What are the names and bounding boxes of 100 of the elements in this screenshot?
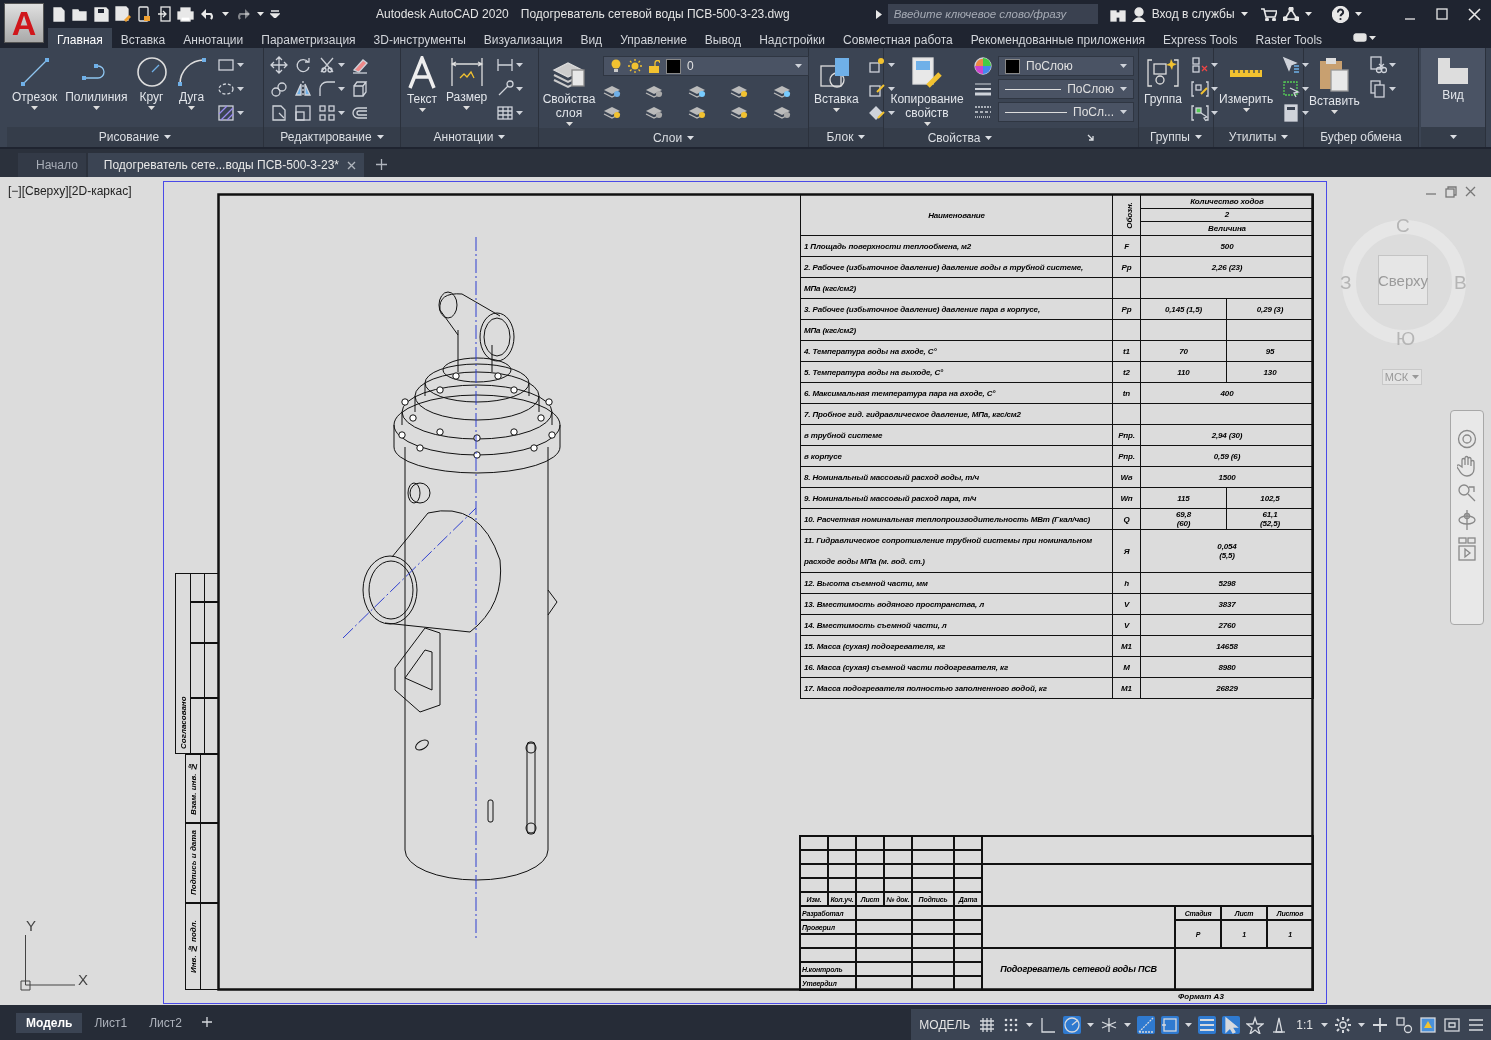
move-icon[interactable] <box>270 56 288 74</box>
ortho-icon[interactable] <box>1039 1015 1058 1034</box>
caret-icon[interactable] <box>236 87 244 91</box>
hatch-icon[interactable] <box>216 104 235 122</box>
save-as-icon[interactable] <box>115 6 131 22</box>
help-icon[interactable] <box>1331 5 1349 23</box>
copy-objects-icon[interactable] <box>270 80 288 98</box>
caret-icon[interactable] <box>687 135 695 140</box>
redo-icon[interactable] <box>235 8 251 20</box>
caret-icon[interactable] <box>31 106 39 110</box>
caret-icon[interactable] <box>1185 1022 1193 1027</box>
caret-icon[interactable] <box>92 106 100 110</box>
grid-icon[interactable] <box>978 1015 997 1034</box>
box-icon[interactable] <box>351 80 369 98</box>
customize-icon[interactable] <box>270 10 280 18</box>
panel-title[interactable]: Слои <box>652 130 683 145</box>
ribbon-tab[interactable]: Вид <box>571 28 612 48</box>
trim-icon[interactable] <box>318 56 336 74</box>
isolate-objects-icon[interactable] <box>1395 1015 1413 1034</box>
caret-icon[interactable] <box>1302 87 1310 91</box>
copy-icon[interactable] <box>1368 80 1387 98</box>
undo-icon[interactable] <box>200 8 216 20</box>
caret-icon[interactable] <box>887 111 895 115</box>
ribbon-button[interactable]: Дуга <box>172 54 211 112</box>
panel-title[interactable]: Свойства <box>927 130 981 145</box>
caret-icon[interactable] <box>236 111 244 115</box>
model-space-button[interactable]: МОДЕЛЬ <box>917 1014 973 1035</box>
caret-icon[interactable] <box>222 12 229 16</box>
lineweight-icon[interactable] <box>974 80 992 98</box>
caret-icon[interactable] <box>498 135 506 139</box>
network-triangle-icon[interactable] <box>1282 7 1299 21</box>
caret-icon[interactable] <box>236 63 244 67</box>
user-icon[interactable] <box>1131 6 1146 22</box>
orbit-icon[interactable] <box>1457 509 1477 531</box>
caret-icon[interactable] <box>1388 63 1396 67</box>
caret-icon[interactable] <box>1211 111 1219 115</box>
caret-icon[interactable] <box>1302 111 1310 115</box>
open-folder-icon[interactable] <box>72 7 88 21</box>
color-wheel-icon[interactable] <box>974 57 992 75</box>
caret-icon[interactable] <box>1369 36 1377 40</box>
select-all-icon[interactable] <box>1282 80 1301 98</box>
caret-icon[interactable] <box>463 106 471 110</box>
polar-tracking-icon[interactable] <box>1063 1015 1082 1034</box>
caret-icon[interactable] <box>418 108 426 112</box>
caret-icon[interactable] <box>565 122 573 126</box>
leader-icon[interactable] <box>496 80 515 98</box>
line-icon[interactable] <box>18 56 51 88</box>
caret-icon[interactable] <box>516 111 524 115</box>
search-field[interactable]: Введите ключевое слово/фразу <box>887 4 1098 24</box>
ribbon-tab[interactable]: Вывод <box>695 28 751 48</box>
caret-icon[interactable] <box>887 87 895 91</box>
linetype-icon[interactable] <box>974 103 992 121</box>
object-snap-icon[interactable] <box>1161 1015 1180 1034</box>
circle-icon[interactable] <box>135 56 168 88</box>
stretch-icon[interactable] <box>270 104 288 122</box>
caret-icon[interactable] <box>985 135 993 140</box>
property-dropdown[interactable]: ПоСлою <box>998 56 1134 76</box>
ribbon-tab[interactable]: Express Tools <box>1154 28 1247 48</box>
document-tab[interactable]: Начало <box>18 153 86 177</box>
scale-icon[interactable] <box>294 104 312 122</box>
gear-icon[interactable] <box>1334 1015 1352 1034</box>
caret-icon[interactable] <box>516 87 524 91</box>
phone-save-icon[interactable] <box>137 6 151 22</box>
group-select-icon[interactable] <box>1191 104 1210 122</box>
ellipse-icon[interactable] <box>216 80 235 98</box>
plus-icon[interactable] <box>376 159 388 170</box>
ribbon-tab[interactable]: 3D-инструменты <box>364 28 475 48</box>
annotation-visibility-icon[interactable] <box>1246 1015 1265 1034</box>
caret-icon[interactable] <box>516 63 524 67</box>
object-tracking-icon[interactable] <box>1137 1015 1156 1034</box>
ribbon-button[interactable]: Круг <box>132 54 171 112</box>
caret-icon[interactable] <box>1087 1022 1095 1027</box>
maximize-icon[interactable] <box>1436 8 1448 20</box>
ungroup-icon[interactable] <box>1191 56 1210 74</box>
caret-icon[interactable] <box>1211 63 1219 67</box>
ribbon-tab[interactable]: Совместная работа <box>833 28 962 48</box>
group-edit-icon[interactable] <box>1191 80 1210 98</box>
new-file-icon[interactable] <box>52 6 66 22</box>
clean-screen-icon[interactable] <box>1443 1015 1461 1034</box>
steering-wheel-icon[interactable] <box>1457 429 1477 449</box>
caret-icon[interactable] <box>1302 63 1310 67</box>
match-properties-icon[interactable] <box>910 56 944 90</box>
caret-icon[interactable] <box>1330 110 1338 114</box>
layout-tab[interactable]: Лист1 <box>84 1013 138 1033</box>
caret-icon[interactable] <box>257 12 264 16</box>
attribute-icon[interactable] <box>867 104 886 122</box>
rectangle-icon[interactable] <box>216 56 235 74</box>
ribbon-button[interactable]: Группа <box>1141 54 1186 108</box>
ribbon-button[interactable]: Вставить <box>1306 54 1363 116</box>
ribbon-button[interactable]: Текст <box>403 54 441 114</box>
table-icon[interactable] <box>496 104 515 122</box>
expand-arrow-icon[interactable] <box>875 9 882 19</box>
hardware-acceleration-icon[interactable] <box>1419 1015 1437 1034</box>
view-icon[interactable] <box>1436 56 1470 86</box>
isodraft-icon[interactable] <box>1100 1015 1119 1034</box>
viewport-controls-label[interactable]: [−][Сверху][2D-каркас] <box>8 184 132 198</box>
ribbon-button[interactable]: Вставка <box>811 54 862 114</box>
clipboard-icon[interactable] <box>1317 56 1352 92</box>
caret-icon[interactable] <box>188 106 195 110</box>
create-block-icon[interactable] <box>867 56 886 74</box>
